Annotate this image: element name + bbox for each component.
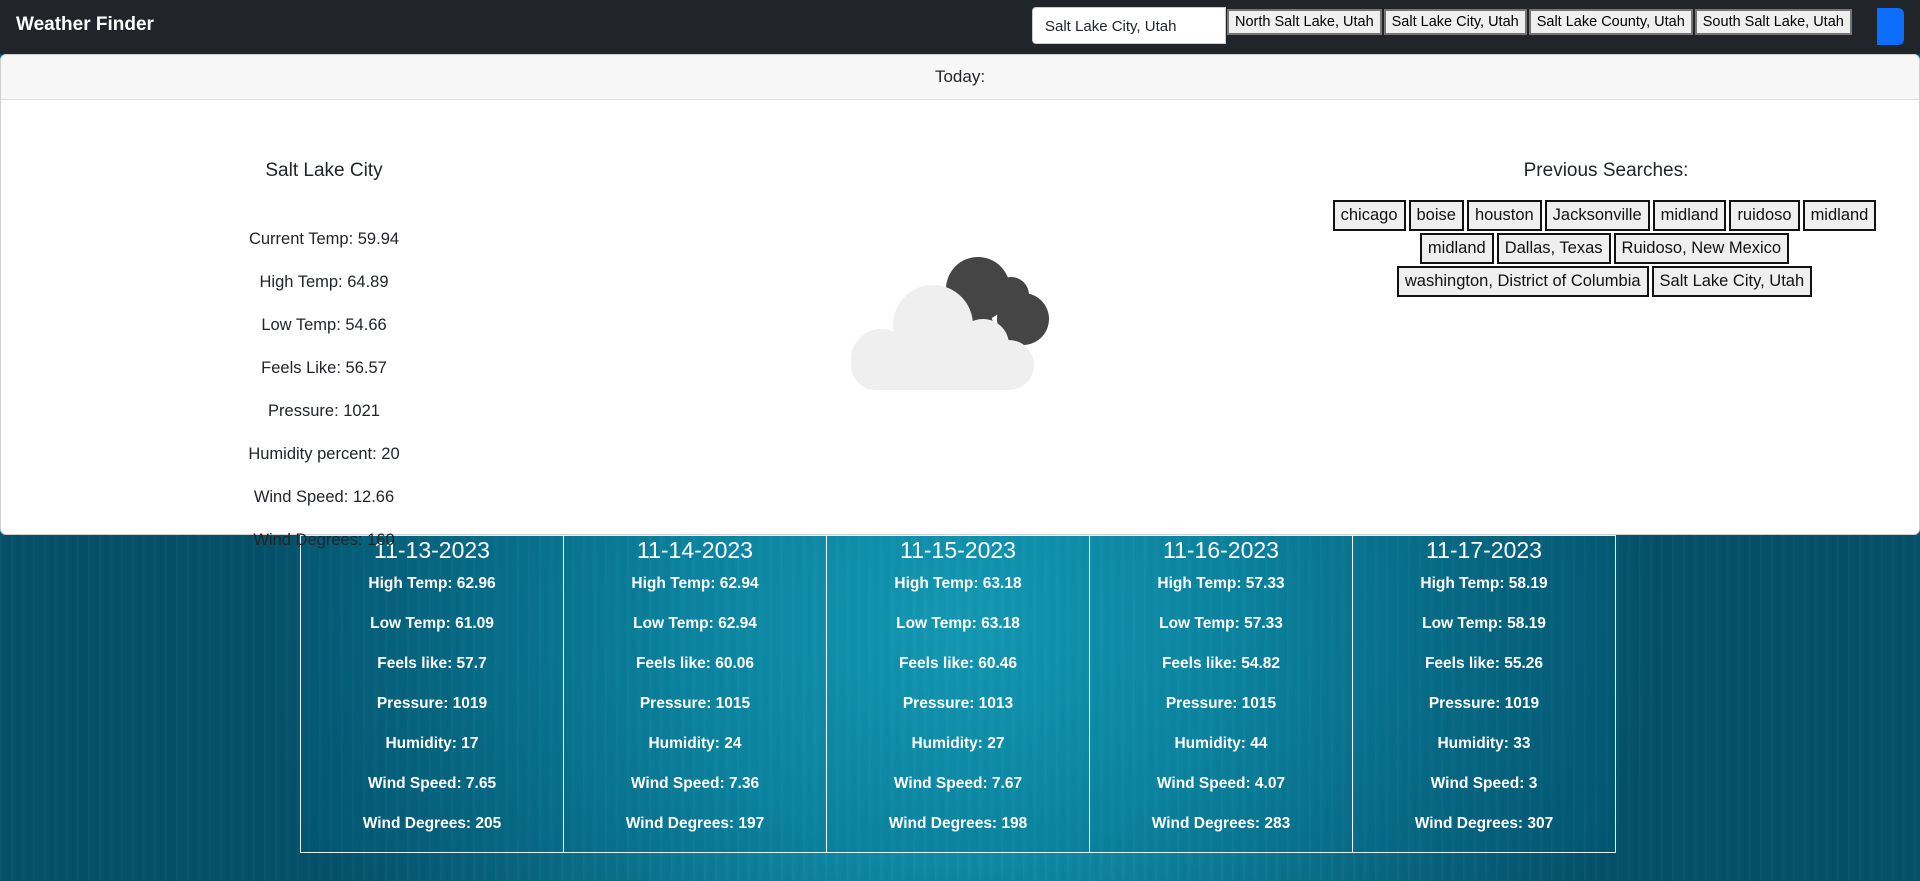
forecast-low-temp: Low Temp: 57.33 <box>1159 615 1283 632</box>
previous-search-button[interactable]: ruidoso <box>1729 200 1800 231</box>
previous-search-button[interactable]: Salt Lake City, Utah <box>1651 266 1813 297</box>
previous-search-button[interactable]: midland <box>1652 200 1727 231</box>
forecast-humidity: Humidity: 24 <box>648 735 742 752</box>
forecast-wind-degrees: Wind Degrees: 205 <box>362 815 502 832</box>
suggestion-button[interactable]: North Salt Lake, Utah <box>1227 9 1382 35</box>
city-search-input[interactable]: Salt Lake City, Utah <box>1032 7 1226 44</box>
forecast-high-temp: High Temp: 63.18 <box>894 575 1022 592</box>
previous-search-button[interactable]: boise <box>1408 200 1464 231</box>
five-day-forecast: 11-13-2023 High Temp: 62.96 Low Temp: 61… <box>300 535 1616 853</box>
forecast-feels-like: Feels like: 57.7 <box>377 655 487 672</box>
wind-speed: Wind Speed: 12.66 <box>253 488 395 506</box>
cloud-icon <box>851 245 1071 395</box>
forecast-day-card: 11-13-2023 High Temp: 62.96 Low Temp: 61… <box>300 535 564 853</box>
forecast-date: 11-17-2023 <box>1426 537 1542 563</box>
forecast-humidity: Humidity: 33 <box>1437 735 1531 752</box>
forecast-date: 11-16-2023 <box>1163 537 1279 563</box>
search-button[interactable] <box>1877 8 1904 45</box>
forecast-high-temp: High Temp: 58.19 <box>1420 575 1548 592</box>
forecast-humidity: Humidity: 27 <box>911 735 1005 752</box>
previous-searches-list: chicago boise houston Jacksonville midla… <box>1316 200 1896 297</box>
feels-like: Feels Like: 56.57 <box>261 359 387 377</box>
forecast-wind-speed: Wind Speed: 7.65 <box>367 775 497 792</box>
forecast-low-temp: Low Temp: 58.19 <box>1422 615 1546 632</box>
forecast-date: 11-14-2023 <box>637 537 753 563</box>
forecast-wind-speed: Wind Speed: 7.67 <box>893 775 1023 792</box>
previous-search-button[interactable]: Jacksonville <box>1544 200 1650 231</box>
forecast-date: 11-15-2023 <box>900 537 1016 563</box>
forecast-wind-speed: Wind Speed: 4.07 <box>1156 775 1286 792</box>
previous-search-button[interactable]: chicago <box>1332 200 1406 231</box>
today-header: Today: <box>1 55 1919 100</box>
forecast-day-card: 11-14-2023 High Temp: 62.94 Low Temp: 62… <box>563 535 827 853</box>
search-suggestions: North Salt Lake, Utah Salt Lake City, Ut… <box>1227 9 1854 35</box>
forecast-wind-degrees: Wind Degrees: 198 <box>888 815 1028 832</box>
forecast-humidity: Humidity: 44 <box>1174 735 1268 752</box>
forecast-wind-speed: Wind Speed: 3 <box>1430 775 1538 792</box>
forecast-high-temp: High Temp: 57.33 <box>1157 575 1285 592</box>
forecast-pressure: Pressure: 1019 <box>376 695 488 712</box>
forecast-low-temp: Low Temp: 63.18 <box>896 615 1020 632</box>
forecast-wind-speed: Wind Speed: 7.36 <box>630 775 760 792</box>
current-temp: Current Temp: 59.94 <box>248 230 400 248</box>
previous-search-button[interactable]: midland <box>1419 233 1494 264</box>
suggestion-button[interactable]: South Salt Lake, Utah <box>1694 9 1852 35</box>
suggestion-button[interactable]: Salt Lake County, Utah <box>1528 9 1693 35</box>
forecast-feels-like: Feels like: 55.26 <box>1424 655 1544 672</box>
forecast-high-temp: High Temp: 62.94 <box>631 575 759 592</box>
forecast-wind-degrees: Wind Degrees: 197 <box>625 815 765 832</box>
app-brand[interactable]: Weather Finder <box>16 14 154 36</box>
forecast-pressure: Pressure: 1015 <box>639 695 751 712</box>
pressure: Pressure: 1021 <box>268 402 380 420</box>
previous-search-button[interactable]: Ruidoso, New Mexico <box>1613 233 1790 264</box>
forecast-feels-like: Feels like: 54.82 <box>1161 655 1281 672</box>
forecast-day-card: 11-15-2023 High Temp: 63.18 Low Temp: 63… <box>826 535 1090 853</box>
previous-search-button[interactable]: houston <box>1466 200 1542 231</box>
previous-searches-title: Previous Searches: <box>1523 160 1689 181</box>
previous-search-button[interactable]: midland <box>1802 200 1877 231</box>
humidity: Humidity percent: 20 <box>248 445 400 463</box>
forecast-low-temp: Low Temp: 61.09 <box>370 615 494 632</box>
forecast-pressure: Pressure: 1015 <box>1165 695 1277 712</box>
forecast-low-temp: Low Temp: 62.94 <box>633 615 757 632</box>
forecast-high-temp: High Temp: 62.96 <box>368 575 496 592</box>
forecast-day-card: 11-17-2023 High Temp: 58.19 Low Temp: 58… <box>1352 535 1616 853</box>
city-name: Salt Lake City <box>265 160 383 181</box>
low-temp: Low Temp: 54.66 <box>261 316 387 334</box>
today-weather-card: Today: Salt Lake City Current Temp: 59.9… <box>0 54 1920 549</box>
forecast-wind-degrees: Wind Degrees: 307 <box>1414 815 1554 832</box>
forecast-feels-like: Feels like: 60.46 <box>898 655 1018 672</box>
forecast-humidity: Humidity: 17 <box>385 735 479 752</box>
forecast-wind-degrees: Wind Degrees: 283 <box>1151 815 1291 832</box>
suggestion-button[interactable]: Salt Lake City, Utah <box>1383 9 1527 35</box>
forecast-feels-like: Feels like: 60.06 <box>635 655 755 672</box>
forecast-pressure: Pressure: 1013 <box>902 695 1014 712</box>
previous-search-button[interactable]: Dallas, Texas <box>1496 233 1611 264</box>
forecast-pressure: Pressure: 1019 <box>1428 695 1540 712</box>
wind-degrees: Wind Degrees: 160 <box>253 531 395 549</box>
previous-search-button[interactable]: washington, District of Columbia <box>1396 266 1649 297</box>
high-temp: High Temp: 64.89 <box>259 273 389 291</box>
top-navbar: Weather Finder Salt Lake City, Utah Nort… <box>0 0 1920 54</box>
forecast-day-card: 11-16-2023 High Temp: 57.33 Low Temp: 57… <box>1089 535 1353 853</box>
